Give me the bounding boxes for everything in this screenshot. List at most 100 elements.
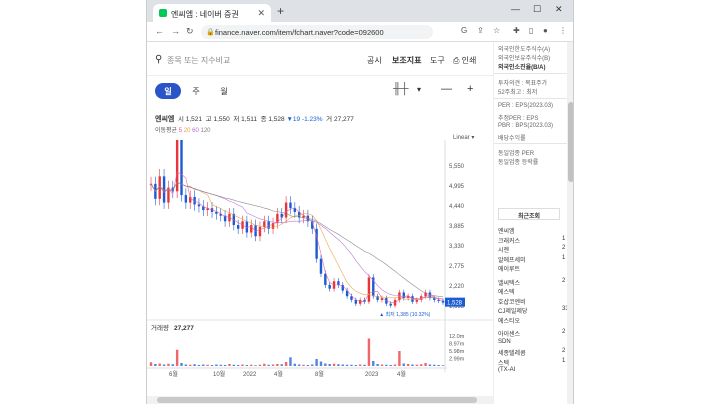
- ma20-label[interactable]: 20: [184, 128, 191, 134]
- candle-body: [215, 211, 218, 214]
- new-tab-icon[interactable]: +: [277, 4, 284, 18]
- x-tick-label: 6월: [169, 370, 178, 378]
- volume-bar: [406, 364, 410, 366]
- industry-per-label: 동일업종 PER: [498, 151, 535, 157]
- chart-horizontal-scrollbar[interactable]: [147, 396, 493, 404]
- week52-label: 52주최고 : 최저: [498, 90, 538, 96]
- volume-title-value: 27,277: [174, 325, 194, 332]
- forward-icon[interactable]: →: [171, 26, 180, 36]
- volume-bar: [345, 364, 349, 366]
- indicators-link[interactable]: 보조지표: [392, 55, 421, 66]
- candle-body: [184, 195, 188, 203]
- volume-bar: [411, 364, 414, 366]
- disclosure-link[interactable]: 공시: [367, 55, 382, 66]
- recent-item-name[interactable]: 알에프세미: [498, 255, 526, 264]
- maximize-icon[interactable]: ☐: [533, 4, 541, 15]
- x-tick-label: 4월: [274, 370, 283, 378]
- industry-rate-label: 동일업종 등락률: [498, 160, 539, 166]
- recent-item-name[interactable]: 시젠: [498, 245, 509, 254]
- candle-body: [358, 299, 362, 304]
- candle-body: [319, 258, 323, 274]
- volume-bar: [428, 364, 432, 366]
- bookmark-star-icon[interactable]: ☆: [493, 26, 500, 35]
- recent-item-name[interactable]: 에스티오: [498, 316, 520, 325]
- volume-bar: [293, 363, 297, 366]
- sidepanel-icon[interactable]: ▯: [529, 26, 533, 35]
- recent-item-name[interactable]: 스텍: [498, 358, 509, 367]
- volume-bar: [398, 351, 401, 366]
- recent-item-count: 2: [562, 329, 566, 335]
- page-vertical-scrollbar[interactable]: [567, 42, 573, 404]
- volume-bar: [289, 357, 292, 366]
- volume-bar: [245, 365, 249, 366]
- recent-item-name[interactable]: 엘씨텍스: [498, 278, 520, 287]
- chevron-down-icon[interactable]: ▾: [417, 85, 421, 94]
- menu-icon[interactable]: ⋮: [559, 26, 567, 35]
- volume-bar: [223, 365, 227, 366]
- candle-type-icon[interactable]: ╫┼: [393, 83, 409, 95]
- volume-bar: [189, 364, 192, 366]
- stock-search-input[interactable]: 종목 또는 지수비교: [167, 55, 230, 66]
- back-icon[interactable]: ←: [155, 26, 164, 36]
- period-month-button[interactable]: 월: [211, 83, 237, 99]
- profile-avatar[interactable]: ●: [543, 26, 548, 35]
- volume-bar: [311, 364, 314, 366]
- recent-item-name[interactable]: 아이센스: [498, 329, 520, 338]
- scrollbar-thumb[interactable]: [157, 397, 477, 403]
- url-field[interactable]: 🔒 finance.naver.com/item/fchart.naver?co…: [201, 25, 433, 39]
- current-price-label: 1,528: [447, 301, 463, 307]
- recent-item-name[interactable]: CJ제일제당: [498, 306, 527, 315]
- candle-body: [197, 204, 201, 207]
- volume-bar: [315, 359, 318, 366]
- recent-item-name[interactable]: 크래커스: [498, 236, 520, 245]
- volume-bar: [197, 365, 201, 366]
- stock-chart[interactable]: 5,5504,9954,4403,8853,3302,7752,2201,665…: [147, 140, 493, 404]
- print-link[interactable]: ⎙ 인쇄: [453, 55, 476, 66]
- volume-bar: [202, 364, 205, 366]
- close-window-icon[interactable]: ✕: [555, 4, 563, 15]
- recent-item-name[interactable]: SDN: [498, 339, 511, 345]
- ma5-label[interactable]: 5: [179, 128, 182, 134]
- volume-title: 거래량: [151, 323, 169, 332]
- google-icon[interactable]: G: [461, 26, 467, 35]
- recent-item-count: 1: [562, 357, 566, 364]
- minimize-icon[interactable]: —: [511, 4, 520, 14]
- volume-bar: [267, 364, 270, 366]
- foreign-holding-label: 외국인보유주식수(B): [498, 56, 551, 62]
- volume-tick-label: 8.97m: [449, 342, 465, 348]
- ma120-label[interactable]: 120: [201, 128, 211, 134]
- tools-link[interactable]: 도구: [430, 55, 445, 66]
- recent-item-name[interactable]: 세종텔레콤: [498, 348, 526, 357]
- invest-opinion-label: 투자의견 : 목표주가: [498, 81, 548, 87]
- scrollbar-thumb[interactable]: [568, 102, 573, 182]
- volume-bar: [228, 364, 231, 366]
- recent-item-name[interactable]: (TX-AI: [498, 367, 515, 373]
- recent-item-name[interactable]: 호샵코엔비: [498, 297, 526, 306]
- ma60-label[interactable]: 60: [192, 128, 199, 134]
- recent-item-count: 2: [562, 348, 566, 354]
- extensions-icon[interactable]: ✚: [513, 26, 520, 35]
- period-week-button[interactable]: 주: [183, 83, 209, 99]
- print-label: 인쇄: [461, 56, 477, 65]
- search-icon[interactable]: ⚲: [155, 54, 162, 65]
- browser-tab[interactable]: 엔씨엠 : 네이버 증권 ✕: [153, 4, 271, 22]
- recent-item-name[interactable]: 에이루트: [498, 264, 520, 273]
- volume-bar: [149, 362, 153, 366]
- change-value: ▼19 -1.23%: [286, 116, 323, 123]
- zoom-out-icon[interactable]: —: [441, 83, 452, 95]
- share-icon[interactable]: ⇪: [477, 26, 484, 35]
- zoom-in-icon[interactable]: +: [467, 83, 473, 95]
- browser-window: 엔씨엠 : 네이버 증권 ✕ + — ☐ ✕ ← → ↻ 🔒 finance.n…: [146, 0, 574, 404]
- recent-item-name[interactable]: 엔씨엠: [498, 226, 515, 235]
- recent-item-name[interactable]: 에스텍: [498, 287, 515, 296]
- close-tab-icon[interactable]: ✕: [257, 8, 265, 19]
- period-day-button[interactable]: 일: [155, 83, 181, 99]
- volume-bar: [193, 364, 196, 366]
- volume-bar: [215, 364, 218, 366]
- reload-icon[interactable]: ↻: [186, 26, 194, 37]
- volume-tick-label: 2.99m: [449, 357, 465, 363]
- close-value: 1,528: [268, 116, 285, 123]
- volume-bar: [297, 364, 301, 366]
- recent-views-tab[interactable]: 최근조회: [498, 208, 560, 220]
- candle-body: [367, 277, 371, 302]
